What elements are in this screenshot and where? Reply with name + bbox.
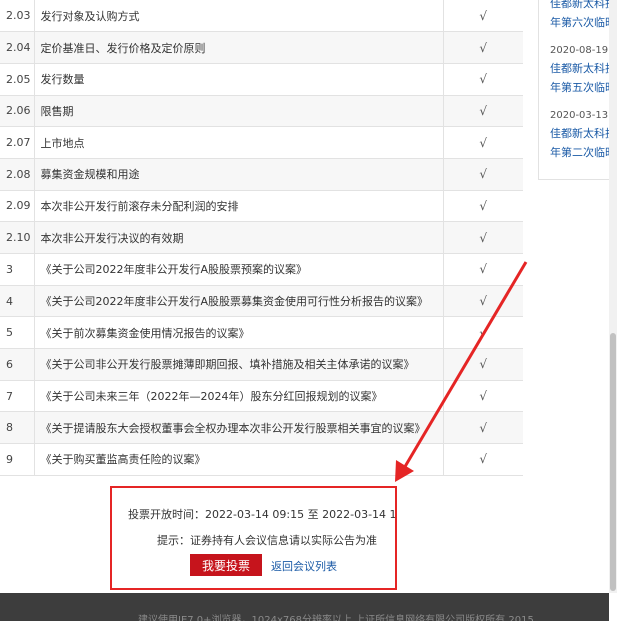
vote-tip: 提示：证券持有人会议信息请以实际公告为准 [157, 534, 377, 547]
agenda-title: 发行对象及认购方式 [34, 0, 444, 33]
agenda-table: 2.03 发行对象及认购方式 √ 2.04 定价基准日、发行价格及定价原则 √ 2.05… [0, 0, 523, 476]
agenda-title: 《关于前次募集资金使用情况报告的议案》 [34, 316, 444, 350]
check-mark: √ [443, 158, 523, 191]
recent-meetings-panel: 佳都新太科技 年第六次临时 2020-08-19 佳都新太科技 年第五次临时 2… [538, 0, 617, 180]
agenda-no: 4 [0, 285, 35, 318]
agenda-no: 2.03 [0, 0, 35, 33]
agenda-title: 《关于提请股东大会授权董事会全权办理本次非公开发行股票相关事宜的议案》 [34, 411, 444, 445]
agenda-no: 2.10 [0, 221, 35, 254]
check-mark: √ [443, 443, 523, 476]
footer: 建议使用IE7.0+浏览器，1024x768分辨率以上 上证所信息网络有限公司版… [0, 593, 609, 621]
table-row: 2.08 募集资金规模和用途 √ [0, 158, 523, 191]
table-row: 2.05 发行数量 √ [0, 63, 523, 96]
agenda-no: 5 [0, 316, 35, 350]
vote-highlight-box: 投票开放时间：2022-03-14 09:15 至 2022-03-14 15:… [110, 486, 397, 590]
table-row: 4 《关于公司2022年度非公开发行A股股票募集资金使用可行性分析报告的议案》 √ [0, 285, 523, 318]
meeting-date: 2020-08-19 [550, 45, 609, 56]
agenda-no: 3 [0, 253, 35, 286]
agenda-title: 《关于购买董监高责任险的议案》 [34, 443, 444, 476]
check-mark: √ [443, 380, 523, 413]
agenda-no: 2.06 [0, 95, 35, 128]
vote-open-time: 投票开放时间：2022-03-14 09:15 至 2022-03-14 15:… [128, 508, 397, 521]
table-row: 5 《关于前次募集资金使用情况报告的议案》 √ [0, 316, 523, 350]
agenda-title: 《关于公司非公开发行股票摊薄即期回报、填补措施及相关主体承诺的议案》 [34, 348, 444, 381]
agenda-title: 《关于公司未来三年（2022年—2024年）股东分红回报规划的议案》 [34, 380, 444, 413]
agenda-title: 本次非公开发行决议的有效期 [34, 221, 444, 254]
agenda-title: 《关于公司2022年度非公开发行A股股票预案的议案》 [34, 253, 444, 286]
agenda-title: 定价基准日、发行价格及定价原则 [34, 31, 444, 64]
meeting-link[interactable]: 佳都新太科技 [550, 124, 616, 143]
vote-button[interactable]: 我要投票 [190, 554, 262, 576]
agenda-no: 2.08 [0, 158, 35, 191]
table-row: 7 《关于公司未来三年（2022年—2024年）股东分红回报规划的议案》 √ [0, 380, 523, 413]
recent-meeting-item[interactable]: 佳都新太科技 年第六次临时 [550, 0, 616, 32]
agenda-title: 上市地点 [34, 126, 444, 159]
check-mark: √ [443, 126, 523, 159]
meeting-link-cont[interactable]: 年第五次临时 [550, 78, 616, 97]
table-row: 2.06 限售期 √ [0, 95, 523, 128]
meeting-link[interactable]: 佳都新太科技 [550, 59, 616, 78]
check-mark: √ [443, 95, 523, 128]
agenda-body: 2.03 发行对象及认购方式 √ 2.04 定价基准日、发行价格及定价原则 √ 2.05… [0, 0, 523, 476]
footer-text: 建议使用IE7.0+浏览器，1024x768分辨率以上 上证所信息网络有限公司版… [138, 615, 534, 621]
check-mark: √ [443, 0, 523, 33]
table-row: 2.07 上市地点 √ [0, 126, 523, 159]
meeting-link-cont[interactable]: 年第二次临时 [550, 143, 616, 162]
scrollbar-thumb[interactable] [610, 333, 616, 591]
agenda-no: 2.07 [0, 126, 35, 159]
check-mark: √ [443, 190, 523, 223]
table-row: 3 《关于公司2022年度非公开发行A股股票预案的议案》 √ [0, 253, 523, 286]
table-row: 2.10 本次非公开发行决议的有效期 √ [0, 221, 523, 254]
check-mark: √ [443, 316, 523, 350]
table-row: 2.03 发行对象及认购方式 √ [0, 0, 523, 33]
agenda-no: 2.04 [0, 31, 35, 64]
agenda-title: 发行数量 [34, 63, 444, 96]
agenda-title: 《关于公司2022年度非公开发行A股股票募集资金使用可行性分析报告的议案》 [34, 285, 444, 318]
meeting-date: 2020-03-13 [550, 110, 609, 121]
agenda-title: 限售期 [34, 95, 444, 128]
agenda-no: 7 [0, 380, 35, 413]
table-row: 2.09 本次非公开发行前滚存未分配利润的安排 √ [0, 190, 523, 223]
agenda-no: 9 [0, 443, 35, 476]
table-row: 8 《关于提请股东大会授权董事会全权办理本次非公开发行股票相关事宜的议案》 √ [0, 411, 523, 445]
check-mark: √ [443, 63, 523, 96]
back-to-meeting-list-link[interactable]: 返回会议列表 [271, 558, 337, 574]
check-mark: √ [443, 411, 523, 445]
agenda-title: 募集资金规模和用途 [34, 158, 444, 191]
agenda-title: 本次非公开发行前滚存未分配利润的安排 [34, 190, 444, 223]
check-mark: √ [443, 31, 523, 64]
recent-meeting-item[interactable]: 2020-03-13 佳都新太科技 年第二次临时 [550, 110, 616, 162]
agenda-no: 8 [0, 411, 35, 445]
table-row: 2.04 定价基准日、发行价格及定价原则 √ [0, 31, 523, 64]
check-mark: √ [443, 221, 523, 254]
recent-meeting-item[interactable]: 2020-08-19 佳都新太科技 年第五次临时 [550, 45, 616, 97]
meeting-link[interactable]: 佳都新太科技 [550, 0, 616, 13]
meeting-link-cont[interactable]: 年第六次临时 [550, 13, 616, 32]
check-mark: √ [443, 348, 523, 381]
scrollbar-track[interactable] [609, 0, 617, 593]
agenda-no: 6 [0, 348, 35, 381]
agenda-no: 2.05 [0, 63, 35, 96]
table-row: 9 《关于购买董监高责任险的议案》 √ [0, 443, 523, 476]
agenda-no: 2.09 [0, 190, 35, 223]
check-mark: √ [443, 253, 523, 286]
check-mark: √ [443, 285, 523, 318]
table-row: 6 《关于公司非公开发行股票摊薄即期回报、填补措施及相关主体承诺的议案》 √ [0, 348, 523, 381]
